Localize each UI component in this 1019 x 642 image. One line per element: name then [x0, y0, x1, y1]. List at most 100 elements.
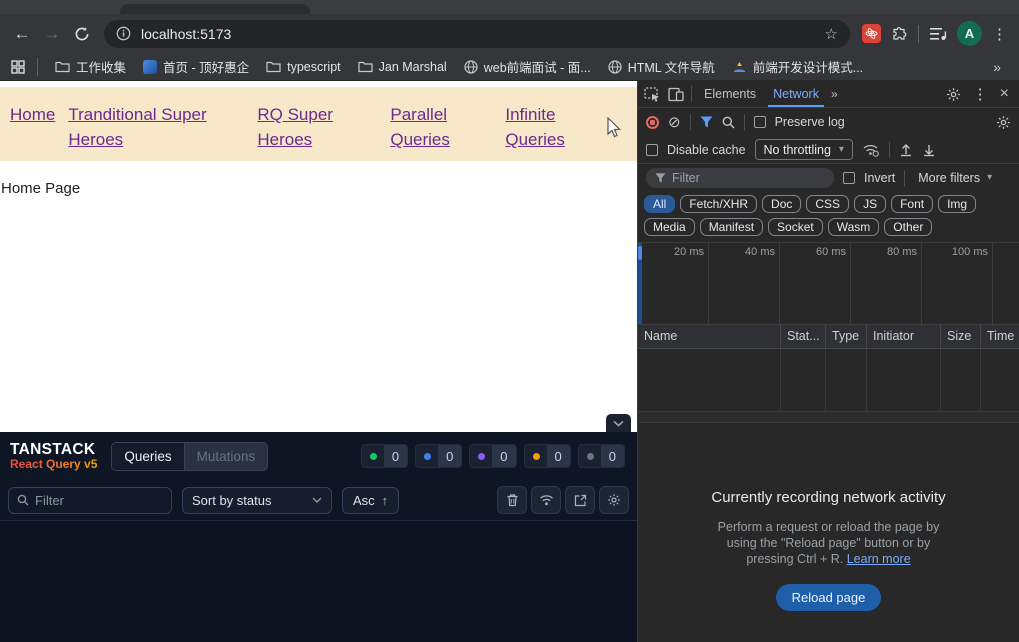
chevron-down-icon [312, 497, 322, 503]
column-header-time[interactable]: Time [981, 325, 1019, 348]
rq-devtools-collapse-button[interactable] [606, 414, 631, 432]
nav-link-parallel-queries[interactable]: Parallel Queries [390, 102, 460, 152]
active-tab[interactable] [120, 4, 310, 14]
bookmark-item[interactable]: 首页 - 顶好惠企 [143, 57, 249, 76]
bookmark-item[interactable]: typescript [266, 60, 341, 74]
preserve-log-label[interactable]: Preserve log [775, 115, 845, 129]
bookmark-item[interactable]: Jan Marshal [358, 60, 447, 74]
bookmark-item[interactable]: 前端开发设计模式... [732, 57, 863, 76]
network-filter-field[interactable] [646, 167, 834, 188]
column-header-initiator[interactable]: Initiator [867, 325, 941, 348]
network-settings-button[interactable] [996, 115, 1011, 130]
devtools-menu-icon[interactable]: ⋮ [973, 85, 988, 103]
back-button[interactable]: ← [8, 20, 36, 48]
invert-label[interactable]: Invert [864, 171, 895, 185]
reload-icon [75, 26, 89, 40]
filter-chip-doc[interactable]: Doc [762, 195, 802, 213]
filter-chip-css[interactable]: CSS [806, 195, 850, 213]
profile-avatar[interactable]: A [957, 21, 982, 46]
search-icon [17, 494, 29, 506]
rq-pip-button[interactable] [565, 486, 595, 514]
clear-network-log-icon[interactable]: ⊘ [668, 115, 681, 130]
bookmark-item[interactable]: HTML 文件导航 [608, 57, 715, 76]
tab-media-list-icon[interactable] [929, 26, 947, 42]
rq-tab-queries[interactable]: Queries [112, 442, 185, 470]
learn-more-link[interactable]: Learn more [847, 552, 911, 566]
more-filters-button[interactable]: More filters ▾ [918, 171, 992, 185]
filter-chip-js[interactable]: JS [854, 195, 887, 213]
record-network-log-button[interactable] [646, 115, 659, 129]
bookmark-star-icon[interactable]: ☆ [825, 25, 838, 43]
filter-chip-all[interactable]: All [644, 195, 676, 213]
rq-settings-button[interactable] [599, 486, 629, 514]
filter-chip-media[interactable]: Media [644, 218, 695, 236]
rq-filter-input[interactable] [35, 492, 163, 508]
gear-icon[interactable] [946, 87, 961, 102]
filter-chip-font[interactable]: Font [891, 195, 934, 213]
nav-link-rq-super-heroes[interactable]: RQ Super Heroes [257, 102, 343, 152]
inspect-element-icon[interactable] [644, 86, 661, 102]
requests-table-header: Name Stat... Type Initiator Size Time [638, 325, 1019, 349]
rq-sort-order-button[interactable]: Asc ↑ [342, 486, 400, 514]
filter-chip-other[interactable]: Other [884, 218, 933, 236]
disable-cache-label[interactable]: Disable cache [667, 143, 746, 157]
rq-filter-field[interactable] [8, 486, 172, 514]
react-devtools-extension-icon[interactable] [862, 24, 881, 43]
reload-button[interactable] [68, 20, 96, 48]
rq-status-badge[interactable]: 0 [577, 444, 625, 468]
close-devtools-icon[interactable]: × [1000, 85, 1009, 103]
export-har-icon[interactable] [922, 143, 936, 157]
nav-link-home[interactable]: Home [10, 102, 55, 127]
rq-sort-select[interactable]: Sort by status [182, 486, 332, 514]
rq-status-badge[interactable]: 0 [469, 444, 517, 468]
search-icon[interactable] [722, 116, 735, 129]
filter-chip-fetch-xhr[interactable]: Fetch/XHR [680, 195, 758, 213]
filter-chip-img[interactable]: Img [938, 195, 977, 213]
recording-message-line: pressing Ctrl + R. Learn more [746, 551, 910, 567]
reload-page-button[interactable]: Reload page [775, 584, 882, 611]
rq-status-badge[interactable]: 0 [415, 444, 463, 468]
rq-offline-toggle-button[interactable] [531, 486, 561, 514]
network-overview-timeline[interactable]: 20 ms 40 ms 60 ms 80 ms 100 ms [638, 243, 1019, 325]
nav-link-infinite-queries[interactable]: Infinite Queries [505, 102, 571, 152]
column-header-status[interactable]: Stat... [781, 325, 826, 348]
extensions-puzzle-icon[interactable] [891, 25, 908, 42]
devtools-tab-elements[interactable]: Elements [699, 81, 761, 107]
browser-menu-icon[interactable]: ⋮ [992, 25, 1007, 43]
disable-cache-checkbox[interactable] [646, 143, 658, 156]
apps-grid-icon[interactable] [10, 59, 26, 75]
url-text[interactable]: localhost:5173 [141, 26, 825, 42]
filter-chip-wasm[interactable]: Wasm [827, 218, 880, 236]
preserve-log-checkbox[interactable] [753, 116, 766, 128]
forward-button[interactable]: → [38, 20, 66, 48]
filter-chip-socket[interactable]: Socket [768, 218, 823, 236]
more-tabs-chevron[interactable]: » [831, 87, 838, 101]
bookmark-item[interactable]: 工作收集 [55, 57, 126, 76]
column-header-name[interactable]: Name [638, 325, 781, 348]
rq-status-badge[interactable]: 0 [360, 444, 409, 468]
timeline-scroll-thumb[interactable] [638, 246, 642, 260]
rq-tab-mutations[interactable]: Mutations [184, 442, 268, 470]
network-conditions-icon[interactable] [862, 143, 880, 157]
tab-strip[interactable] [0, 0, 1019, 14]
column-header-size[interactable]: Size [941, 325, 981, 348]
rq-clear-cache-button[interactable] [497, 486, 527, 514]
gray-dot-icon [586, 452, 594, 460]
throttling-select[interactable]: No throttling ▾ [754, 139, 853, 160]
bookmarks-overflow-chevron[interactable]: » [993, 59, 1009, 75]
nav-link-traditional-super-heroes[interactable]: Tranditional Super Heroes [68, 102, 226, 152]
filter-chip-manifest[interactable]: Manifest [699, 218, 764, 236]
site-info-icon[interactable] [116, 26, 131, 41]
requests-table-body [638, 349, 1019, 412]
network-filter-input[interactable] [672, 170, 825, 185]
invert-checkbox[interactable] [843, 171, 855, 184]
rq-status-badge[interactable]: 0 [523, 444, 571, 468]
import-har-icon[interactable] [899, 143, 913, 157]
bookmark-item[interactable]: web前端面试 - 面... [464, 57, 591, 76]
column-header-type[interactable]: Type [826, 325, 867, 348]
toolbar-divider [918, 24, 919, 43]
filter-funnel-icon[interactable] [700, 116, 713, 128]
devtools-tab-network[interactable]: Network [768, 81, 824, 107]
device-toolbar-icon[interactable] [668, 87, 684, 102]
address-bar[interactable]: localhost:5173 ☆ [104, 19, 850, 48]
